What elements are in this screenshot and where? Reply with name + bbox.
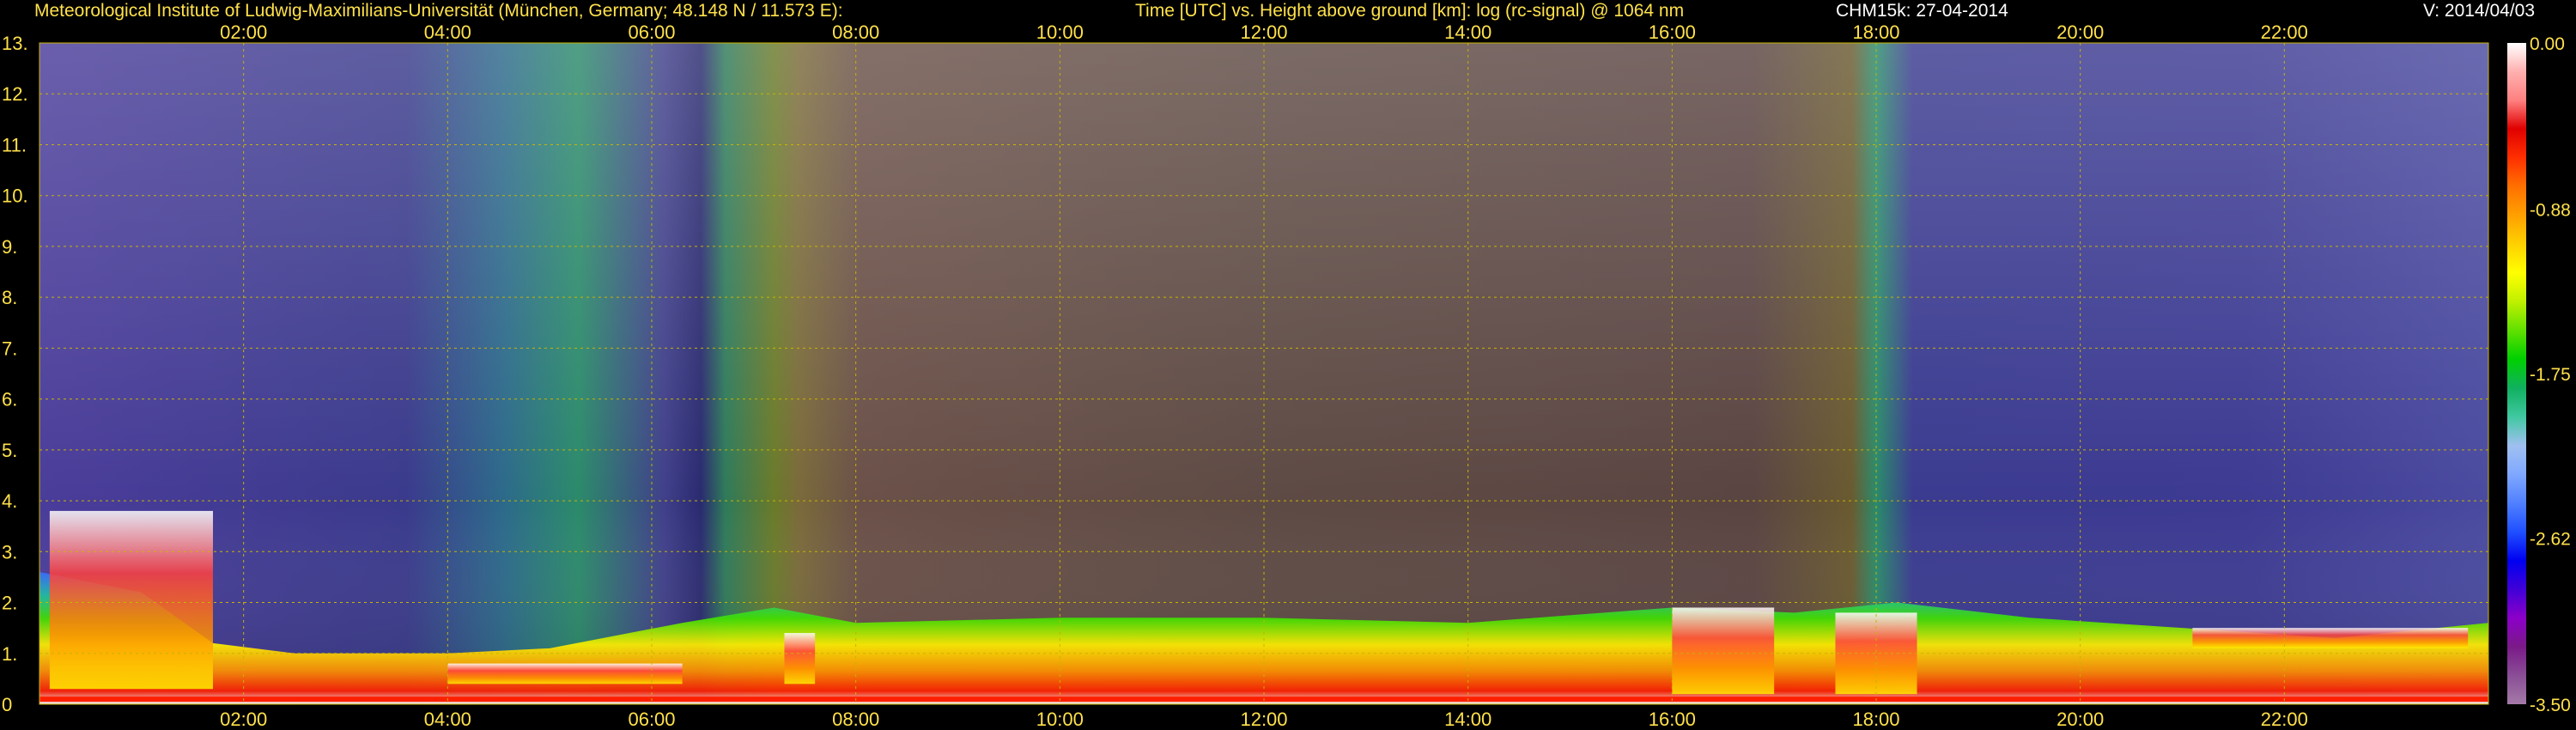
y-tick-label: 8. <box>2 287 17 308</box>
cloud-layer <box>1672 607 1775 695</box>
x-tick-label-bottom: 18:00 <box>1852 709 1899 730</box>
cloud-layer <box>2192 628 2469 648</box>
colorbar: 0.00 -0.88 -1.75 -2.62 -3.50 <box>2507 34 2571 715</box>
x-axis-top: 02:00 04:00 06:00 08:00 10:00 12:00 14:00 16:00… <box>220 21 2308 43</box>
colorbar-label: -0.88 <box>2530 201 2571 221</box>
y-tick-label: 12. <box>2 83 28 105</box>
ceilometer-chart: 02:00 04:00 06:00 08:00 10:00 12:00 14:00 16:00… <box>2 21 2571 730</box>
x-tick-label-bottom: 06:00 <box>628 709 675 730</box>
x-tick-label-bottom: 02:00 <box>220 709 267 730</box>
x-tick-label-bottom: 10:00 <box>1036 709 1084 730</box>
x-tick-label-top: 16:00 <box>1649 21 1696 43</box>
x-tick-label-bottom: 14:00 <box>1444 709 1492 730</box>
y-tick-label: 2. <box>2 593 17 614</box>
colorbar-scale <box>2507 43 2526 704</box>
colorbar-label: -2.62 <box>2530 529 2571 549</box>
cloud-layer <box>49 510 214 690</box>
x-tick-label-bottom: 22:00 <box>2261 709 2308 730</box>
colorbar-label: -3.50 <box>2530 696 2571 715</box>
x-tick-label-bottom: 16:00 <box>1649 709 1696 730</box>
y-tick-label: 0 <box>2 694 12 715</box>
y-tick-label: 4. <box>2 490 17 512</box>
y-tick-label: 11. <box>2 134 27 155</box>
x-tick-label-top: 20:00 <box>2057 21 2104 43</box>
x-axis-bottom: 02:00 04:00 06:00 08:00 10:00 12:00 14:00 16:00… <box>220 709 2308 730</box>
x-tick-label-top: 12:00 <box>1240 21 1287 43</box>
x-tick-label-bottom: 08:00 <box>832 709 879 730</box>
y-tick-label: 3. <box>2 541 17 563</box>
colorbar-labels: 0.00 -0.88 -1.75 -2.62 -3.50 <box>2530 34 2571 715</box>
x-tick-label-top: 04:00 <box>424 21 471 43</box>
y-axis: 0 1. 2. 3. 4. 5. 6. 7. 8. 9. 10. 11. 12. 13. <box>2 33 28 715</box>
x-tick-label-bottom: 04:00 <box>424 709 471 730</box>
x-tick-label-top: 10:00 <box>1036 21 1084 43</box>
cloud-layer <box>784 633 816 684</box>
colorbar-label: 0.00 <box>2530 34 2565 54</box>
y-tick-label: 13. <box>2 33 28 54</box>
y-tick-label: 10. <box>2 186 28 207</box>
x-tick-label-top: 14:00 <box>1444 21 1492 43</box>
cloud-layer <box>447 663 683 684</box>
y-tick-label: 7. <box>2 338 17 359</box>
x-tick-label-top: 08:00 <box>832 21 879 43</box>
colorbar-label: -1.75 <box>2530 365 2571 385</box>
x-tick-label-bottom: 20:00 <box>2057 709 2104 730</box>
x-tick-label-top: 06:00 <box>628 21 675 43</box>
x-tick-label-top: 22:00 <box>2261 21 2308 43</box>
y-tick-label: 5. <box>2 440 17 461</box>
y-tick-label: 9. <box>2 236 17 258</box>
x-tick-label-bottom: 12:00 <box>1240 709 1287 730</box>
x-tick-label-top: 18:00 <box>1852 21 1899 43</box>
y-tick-label: 1. <box>2 643 17 665</box>
x-tick-label-top: 02:00 <box>220 21 267 43</box>
y-tick-label: 6. <box>2 389 17 411</box>
plot-area <box>39 42 2489 705</box>
